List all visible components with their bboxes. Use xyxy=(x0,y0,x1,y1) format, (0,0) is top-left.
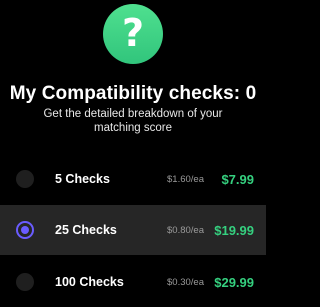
option-label: 5 Checks xyxy=(55,172,110,186)
option-price: $7.99 xyxy=(221,171,254,187)
page-title: My Compatibility checks: 0 xyxy=(9,83,257,104)
subtitle-line-1: Get the detailed breakdown of your xyxy=(43,108,223,120)
question-mark-glyph: ? xyxy=(121,11,145,55)
option-price: $29.99 xyxy=(214,274,254,290)
radio-button[interactable] xyxy=(16,170,34,188)
option-unit-price: $1.60/ea xyxy=(167,173,204,185)
page-subtitle: Get the detailed breakdown of your match… xyxy=(0,107,266,135)
radio-button[interactable] xyxy=(16,273,34,291)
radio-button-selected[interactable] xyxy=(16,221,34,239)
option-label: 100 Checks xyxy=(55,275,124,289)
option-5-checks[interactable]: 5 Checks $1.60/ea $7.99 xyxy=(0,154,266,204)
subtitle-line-2: matching score xyxy=(94,122,172,134)
question-mark-icon: ? xyxy=(103,4,163,64)
option-25-checks[interactable]: 25 Checks $0.80/ea $19.99 xyxy=(0,205,266,255)
option-label: 25 Checks xyxy=(55,223,117,237)
option-unit-price: $0.30/ea xyxy=(167,276,204,288)
option-price: $19.99 xyxy=(214,222,254,238)
option-unit-price: $0.80/ea xyxy=(167,224,204,236)
